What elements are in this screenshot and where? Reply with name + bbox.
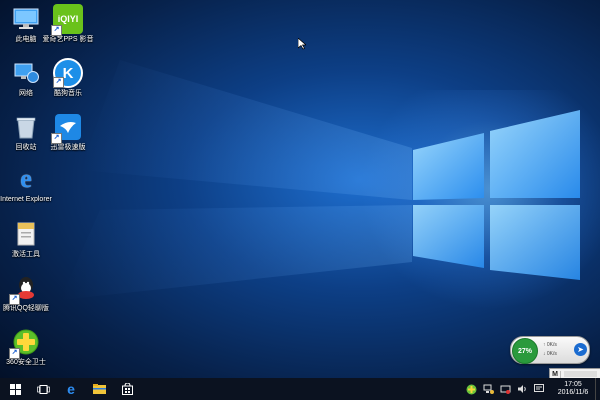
kugou-icon: K ↗ [53,58,83,88]
desktop-icon-label: 酷狗音乐 [54,90,82,97]
volume-icon[interactable] [499,383,511,395]
upload-speed-row: ↑ 0K/s [543,342,557,348]
store-icon [121,383,133,395]
desktop-icon-360[interactable]: ↗ 360安全卫士 [2,327,50,367]
360-tray-icon[interactable] [465,383,477,395]
desktop-icon-kugou[interactable]: K ↗ 酷狗音乐 [44,58,92,98]
desktop-icon-label: 腾讯QQ轻聊版 [3,305,49,312]
internet-explorer-icon: e [11,164,41,194]
desktop[interactable]: 此电脑 iQIYI ↗ 爱奇艺PPS 影音 网络 K ↗ 酷狗音乐 回收站 ↗ 迅雷极速版 e Inte… [0,0,600,400]
shortcut-arrow-icon: ↗ [53,77,64,88]
ime-mode-indicator[interactable]: M [550,370,561,378]
desktop-icon-label: 激活工具 [12,251,40,258]
clock-time: 17:05 [564,381,582,388]
ie-icon-text: e [20,164,32,193]
task-view-icon [36,384,50,394]
speed-boost-icon[interactable]: ➤ [574,343,587,356]
desktop-icon-xunlei[interactable]: ↗ 迅雷极速版 [44,112,92,152]
file-explorer-button[interactable] [86,378,112,400]
network-status-icon[interactable] [482,383,494,395]
activation-tool-icon [11,219,41,249]
mouse-cursor-icon [298,38,306,50]
shortcut-arrow-icon: ↗ [51,133,62,144]
desktop-icon-activator[interactable]: 激活工具 [2,219,50,259]
edge-button[interactable]: e [58,378,84,400]
recycle-bin-icon [11,112,41,142]
start-button[interactable] [2,378,28,400]
qq-icon: ↗ [9,273,41,305]
start-icon [9,383,21,395]
store-button[interactable] [114,378,140,400]
desktop-icon-qq[interactable]: ↗ 腾讯QQ轻聊版 [2,273,50,313]
network-usage-percent: 27% [517,347,532,355]
upload-speed: 0K/s [546,342,557,348]
kugou-icon-text: K [62,64,74,82]
wallpaper-glow [360,90,600,310]
file-explorer-icon [92,384,106,394]
show-desktop-button[interactable] [595,378,600,400]
computer-icon [11,4,41,34]
network-speed-widget[interactable]: 27% ↑ 0K/s ↓ 0K/s ➤ [510,336,590,364]
shortcut-arrow-icon: ↗ [9,348,20,359]
desktop-icon-label: 迅雷极速版 [50,144,86,151]
network-icon [11,58,41,88]
taskbar: e 17:05 2016/11/6 [0,378,600,400]
iqiyi-icon-text: iQIYI [57,14,79,24]
speaker-icon[interactable] [516,383,528,395]
desktop-icon-ie[interactable]: e Internet Explorer [0,164,52,204]
desktop-icon-label: 爱奇艺PPS 影音 [42,36,94,43]
action-center-icon[interactable] [533,383,545,395]
desktop-icon-iqiyi[interactable]: iQIYI ↗ 爱奇艺PPS 影音 [42,4,94,44]
edge-icon: e [67,381,75,397]
system-tray: 17:05 2016/11/6 [460,378,600,400]
download-speed-row: ↓ 0K/s [543,351,557,357]
xunlei-icon: ↗ [51,112,83,144]
clock-date: 2016/11/6 [557,389,589,396]
desktop-icon-label: Internet Explorer [0,196,52,203]
ime-status-bar [564,371,597,377]
download-speed: 0K/s [546,351,557,357]
360-safe-icon: ↗ [9,327,41,359]
shortcut-arrow-icon: ↗ [51,25,62,36]
network-usage-ring: 27% [512,338,538,364]
iqiyi-icon: iQIYI ↗ [51,4,83,36]
task-view-button[interactable] [30,378,56,400]
shortcut-arrow-icon: ↗ [9,294,20,305]
taskbar-clock[interactable]: 17:05 2016/11/6 [553,381,593,397]
desktop-icon-label: 360安全卫士 [6,359,46,366]
